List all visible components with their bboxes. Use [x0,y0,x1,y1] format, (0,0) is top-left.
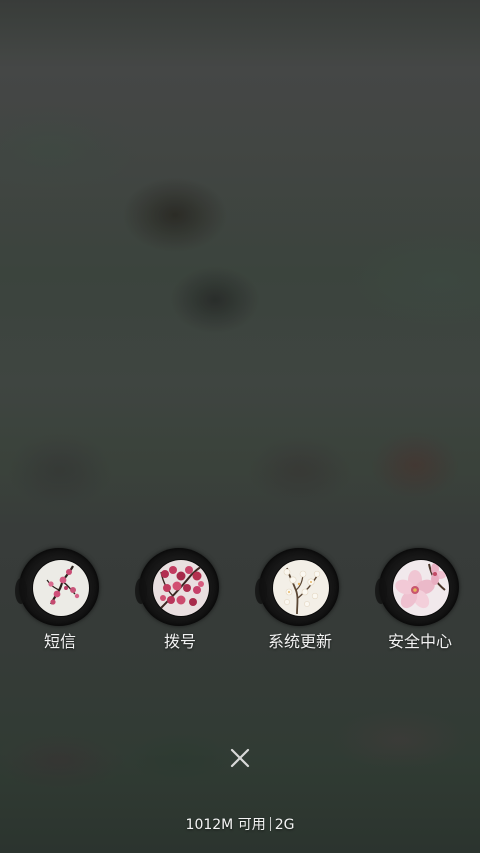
red-plum-blossoms-icon [152,559,210,617]
app-icon-frame [375,548,459,626]
recent-apps-row: 短信 拨号 系统更新 安全中心 [0,546,480,656]
memory-status: 1012M 可用 2G [0,815,480,835]
app-icon-frame [255,548,339,626]
app-label: 短信 [43,632,76,651]
app-label: 系统更新 [267,632,332,651]
app-system-update[interactable]: 系统更新 [240,546,360,656]
app-icon-frame [15,548,99,626]
app-label: 拨号 [163,632,196,651]
network-type: 2G [274,817,295,833]
plum-blossom-branch-icon [32,559,90,617]
white-blossom-tree-icon [272,559,330,617]
status-divider [269,817,271,831]
app-label: 安全中心 [387,632,452,651]
app-sms[interactable]: 短信 [0,546,120,656]
pink-cherry-blossom-icon [392,559,450,617]
app-icon-frame [135,548,219,626]
app-dialer[interactable]: 拨号 [120,546,240,656]
blurred-home-background [0,0,480,853]
available-memory: 1012M 可用 [185,817,266,833]
close-icon[interactable] [222,740,258,776]
app-security-center[interactable]: 安全中心 [360,546,480,656]
